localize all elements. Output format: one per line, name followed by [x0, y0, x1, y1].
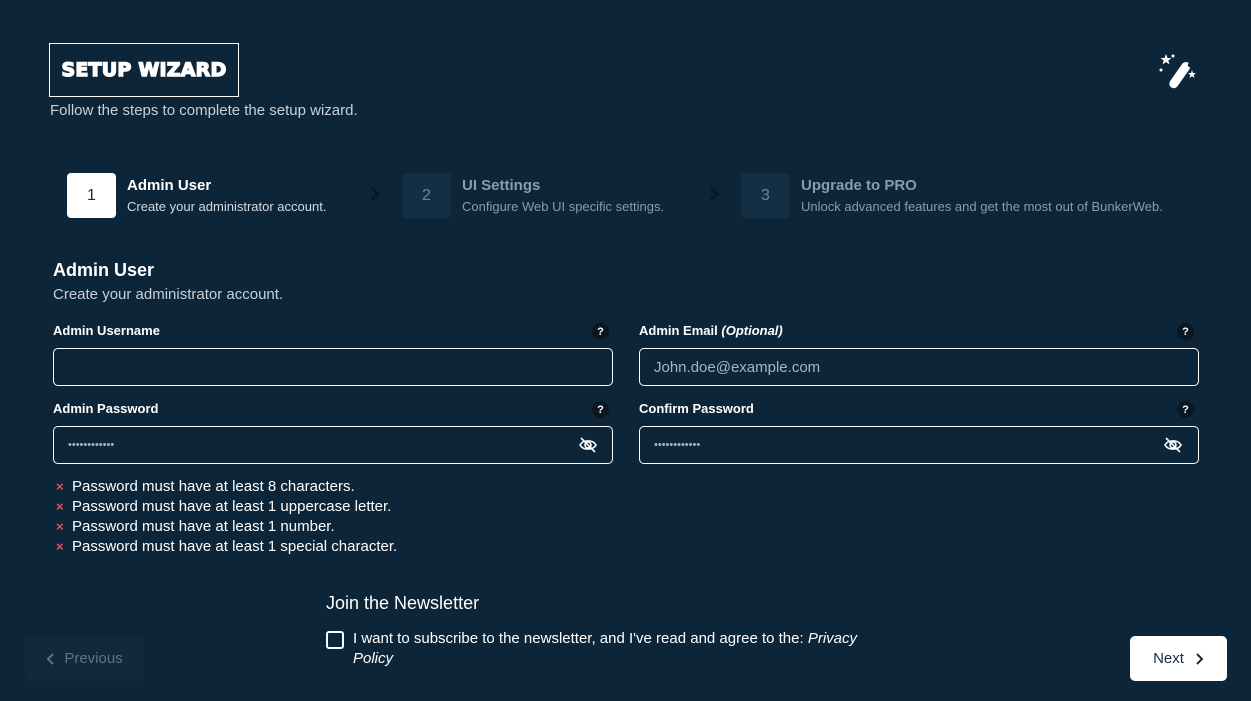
- error-x-icon: ×: [56, 479, 64, 494]
- magic-wand-icon: [1159, 54, 1198, 89]
- error-x-icon: ×: [56, 519, 64, 534]
- username-input[interactable]: [53, 348, 613, 386]
- step-number: 3: [741, 173, 790, 218]
- error-x-icon: ×: [56, 539, 64, 554]
- eye-slash-icon[interactable]: [1163, 435, 1183, 455]
- step-title: Upgrade to PRO: [801, 177, 917, 194]
- password-label: Admin Password: [53, 401, 159, 416]
- confirm-password-input[interactable]: [639, 426, 1199, 464]
- step-number: 1: [67, 173, 116, 218]
- newsletter-consent-text: I want to subscribe to the newsletter, a…: [353, 629, 893, 669]
- chevron-left-icon: [46, 652, 55, 665]
- step-ui-settings[interactable]: 2 UI Settings Configure Web UI specific …: [402, 173, 664, 218]
- step-title: UI Settings: [462, 177, 541, 194]
- username-help-icon[interactable]: ?: [592, 323, 609, 340]
- password-rule: × Password must have at least 8 characte…: [56, 477, 397, 497]
- step-description: Unlock advanced features and get the mos…: [801, 199, 1163, 214]
- confirm-password-help-icon[interactable]: ?: [1177, 401, 1194, 418]
- newsletter-title: Join the Newsletter: [326, 593, 480, 613]
- next-button[interactable]: Next: [1130, 636, 1227, 681]
- step-description: Create your administrator account.: [127, 199, 327, 214]
- eye-slash-icon[interactable]: [578, 435, 598, 455]
- step-upgrade-pro[interactable]: 3 Upgrade to PRO Unlock advanced feature…: [741, 173, 1163, 218]
- step-admin-user[interactable]: 1 Admin User Create your administrator a…: [67, 173, 326, 218]
- chevron-right-icon: [370, 186, 381, 202]
- password-rule-text: Password must have at least 1 special ch…: [72, 538, 398, 555]
- password-rule: × Password must have at least 1 special …: [56, 537, 397, 557]
- step-description: Configure Web UI specific settings.: [462, 199, 665, 214]
- email-label: Admin Email (Optional): [639, 323, 783, 338]
- email-input[interactable]: [639, 348, 1199, 386]
- password-rules-list: × Password must have at least 8 characte…: [56, 477, 397, 557]
- password-rule-text: Password must have at least 1 number.: [72, 518, 335, 535]
- wizard-title-box: SETUP WIZARD: [49, 43, 239, 97]
- email-label-text: Admin Email: [639, 323, 718, 338]
- newsletter-checkbox[interactable]: [326, 631, 344, 649]
- section-description: Create your administrator account.: [53, 286, 284, 303]
- password-input[interactable]: [53, 426, 613, 464]
- wizard-subtitle: Follow the steps to complete the setup w…: [50, 102, 358, 119]
- wizard-title: SETUP WIZARD: [61, 58, 227, 81]
- previous-button-label: Previous: [64, 650, 123, 667]
- password-rule: × Password must have at least 1 number.: [56, 517, 397, 537]
- email-optional-tag: (Optional): [721, 323, 783, 338]
- password-rule-text: Password must have at least 8 characters…: [72, 478, 355, 495]
- confirm-password-label: Confirm Password: [639, 401, 754, 416]
- email-help-icon[interactable]: ?: [1177, 323, 1194, 340]
- step-title: Admin User: [127, 177, 212, 194]
- error-x-icon: ×: [56, 499, 64, 514]
- password-rule-text: Password must have at least 1 uppercase …: [72, 498, 392, 515]
- password-rule: × Password must have at least 1 uppercas…: [56, 497, 397, 517]
- username-label: Admin Username: [53, 323, 160, 338]
- next-button-label: Next: [1153, 650, 1184, 667]
- chevron-right-icon: [1196, 652, 1204, 665]
- previous-button[interactable]: Previous: [25, 636, 144, 681]
- newsletter-consent-label: I want to subscribe to the newsletter, a…: [353, 630, 808, 647]
- step-number: 2: [402, 173, 451, 218]
- section-title: Admin User: [53, 260, 155, 280]
- chevron-right-icon: [709, 186, 720, 202]
- password-help-icon[interactable]: ?: [592, 401, 609, 418]
